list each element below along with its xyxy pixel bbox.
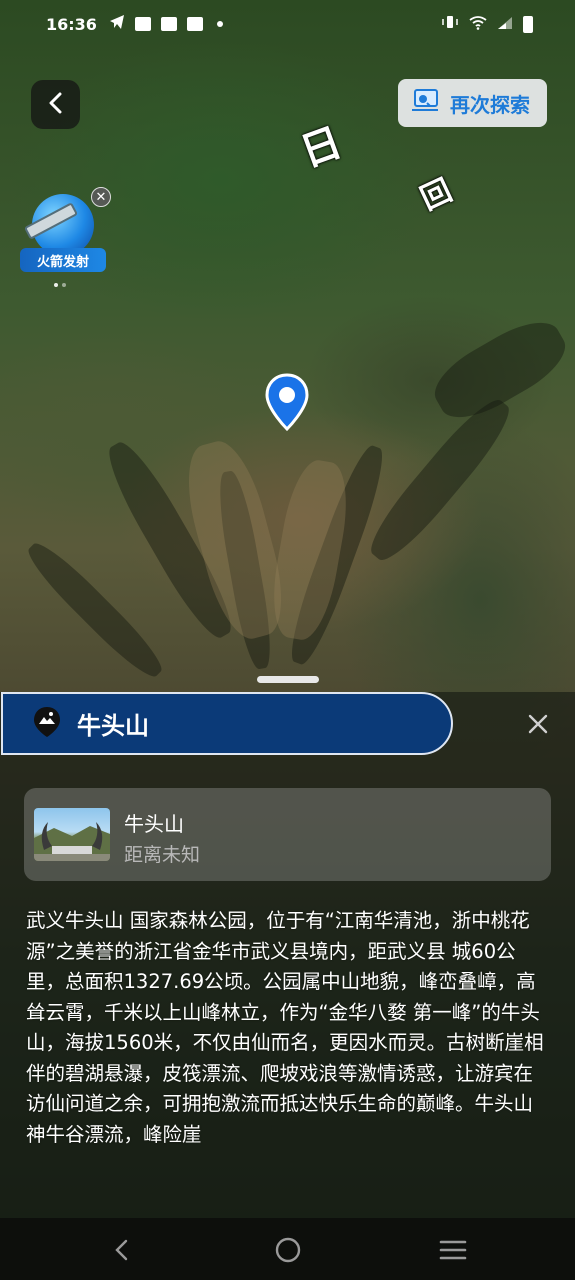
close-icon [528, 714, 548, 734]
chevron-left-icon [48, 92, 64, 118]
poi-description: 武义牛头山 国家森林公园，位于有“江南华清池，浙中桃花源”之美誉的浙江省金华市武… [26, 909, 544, 1146]
poi-title: 牛头山 [77, 712, 149, 740]
nav-back-button[interactable] [108, 1236, 136, 1264]
telegram-icon [109, 14, 125, 34]
poi-distance: 距离未知 [124, 844, 201, 866]
mountain-pin-icon [33, 706, 61, 742]
mail-icon [160, 17, 177, 31]
poi-card[interactable]: 牛头山 距离未知 [24, 788, 551, 881]
notification-dot-icon [216, 21, 223, 27]
wifi-icon [469, 15, 487, 34]
back-button[interactable] [31, 80, 80, 129]
explore-map-icon [410, 88, 440, 118]
nav-home-button[interactable] [274, 1236, 302, 1264]
close-icon[interactable]: ✕ [91, 187, 111, 207]
nav-recents-button[interactable] [439, 1236, 467, 1264]
poi-thumbnail [34, 808, 110, 861]
chevron-left-icon [115, 1239, 128, 1261]
menu-icon [439, 1240, 467, 1260]
mail-icon [134, 17, 151, 31]
rocket-launch-label: 火箭发射 [20, 248, 106, 272]
status-bar: 16:36 [0, 0, 575, 48]
close-sheet-button[interactable] [526, 712, 550, 736]
badge-pager [54, 283, 66, 287]
signal-icon [497, 15, 513, 34]
home-circle-icon [275, 1237, 301, 1263]
poi-title-tab: 牛头山 [1, 692, 453, 755]
mail-icon [186, 17, 203, 31]
explore-again-label: 再次探索 [450, 92, 530, 117]
poi-name: 牛头山 [124, 812, 184, 836]
system-nav-bar [0, 1218, 575, 1280]
sheet-drag-handle[interactable] [257, 676, 319, 683]
status-time: 16:36 [46, 14, 97, 34]
explore-again-button[interactable]: 再次探索 [398, 79, 547, 127]
battery-icon [523, 15, 533, 33]
location-pin-icon[interactable] [265, 373, 309, 432]
vibrate-icon [441, 14, 459, 34]
